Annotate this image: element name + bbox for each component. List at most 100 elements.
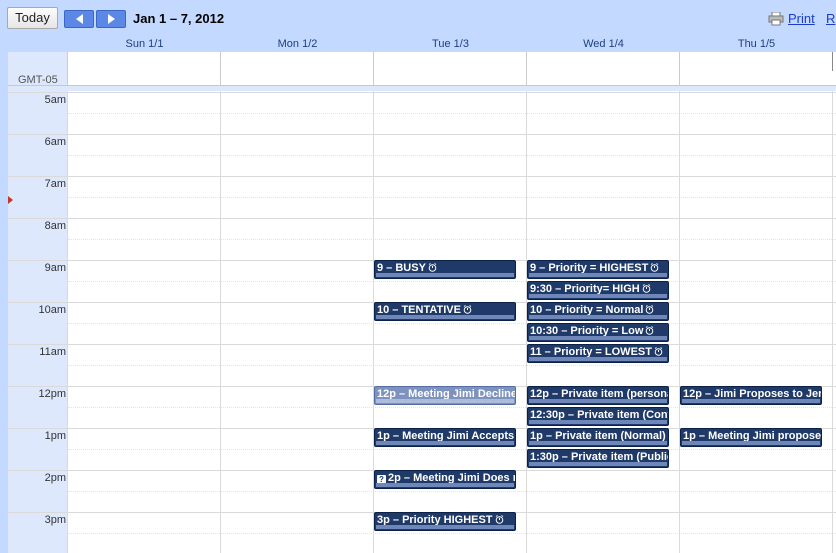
event-color-strip xyxy=(529,420,667,424)
reminder-icon xyxy=(646,326,654,335)
event-color-strip xyxy=(529,462,667,466)
hour-gridline xyxy=(8,344,836,345)
calendar-event[interactable]: 1p – Meeting Jimi Accepts (I xyxy=(374,428,516,447)
half-hour-gridline xyxy=(68,533,836,534)
reminder-icon xyxy=(642,284,651,293)
half-hour-gridline xyxy=(68,449,836,450)
calendar-event[interactable]: 9:30 – Priority= HIGH xyxy=(527,281,669,300)
event-color-strip xyxy=(376,399,514,403)
event-color-strip xyxy=(376,441,514,445)
previous-week-button[interactable] xyxy=(64,10,94,28)
next-week-button[interactable] xyxy=(96,10,126,28)
time-label: 5am xyxy=(44,94,66,106)
day-column-divider xyxy=(67,91,68,553)
all-day-divider xyxy=(526,52,527,85)
week-time-grid[interactable]: 5am 6am 7am 8am 9am 10am 11am 12pm 1pm 2pm 3pm 9 – … xyxy=(8,91,836,553)
half-hour-gridline xyxy=(68,239,836,240)
refresh-link[interactable]: R xyxy=(826,11,835,26)
time-label: 10am xyxy=(38,304,66,316)
current-time-marker xyxy=(8,196,13,204)
time-label: 1pm xyxy=(44,430,66,442)
chevron-right-icon xyxy=(108,14,115,24)
calendar-event[interactable]: 12p – Private item (persona xyxy=(527,386,669,405)
reminder-icon xyxy=(646,305,654,314)
calendar-event[interactable]: 10 – Priority = Normal xyxy=(527,302,669,321)
calendar-event[interactable]: 12p – Meeting Jimi Declines xyxy=(374,386,516,405)
chevron-left-icon xyxy=(76,14,83,24)
event-color-strip xyxy=(529,294,667,298)
print-link[interactable]: Print xyxy=(788,11,815,26)
time-label: 8am xyxy=(44,220,66,232)
half-hour-gridline xyxy=(68,113,836,114)
reminder-icon xyxy=(463,305,472,314)
calendar-event[interactable]: 10 – TENTATIVE xyxy=(374,302,516,321)
event-color-strip xyxy=(682,441,820,445)
event-color-strip xyxy=(529,441,667,445)
half-hour-gridline xyxy=(68,197,836,198)
calendar-event[interactable]: 1:30p – Private item (Public xyxy=(527,449,669,468)
day-header-mon[interactable]: Mon 1/2 xyxy=(221,37,374,52)
event-color-strip xyxy=(529,357,667,361)
calendar-event[interactable]: 9 – BUSY xyxy=(374,260,516,279)
calendar-event[interactable]: 12:30p – Private item (Conf xyxy=(527,407,669,426)
day-header-sun[interactable]: Sun 1/1 xyxy=(68,37,221,52)
event-color-strip xyxy=(376,525,514,529)
hour-gridline xyxy=(8,92,836,93)
event-color-strip xyxy=(529,399,667,403)
calendar-toolbar: Today Jan 1 – 7, 2012 Print R xyxy=(0,0,836,37)
half-hour-gridline xyxy=(68,323,836,324)
event-color-strip xyxy=(376,273,514,277)
day-header-thu[interactable]: Thu 1/5 xyxy=(680,37,833,52)
left-edge-strip xyxy=(0,37,8,553)
printer-icon[interactable] xyxy=(768,12,784,26)
calendar-event[interactable]: 12p – Jimi Proposes to Jerry xyxy=(680,386,822,405)
all-day-divider xyxy=(67,52,68,85)
time-label: 6am xyxy=(44,136,66,148)
day-header-row: Sun 1/1 Mon 1/2 Tue 1/3 Wed 1/4 Thu 1/5 xyxy=(8,37,836,52)
time-label: 11am xyxy=(39,346,66,358)
hour-gridline xyxy=(8,134,836,135)
reminder-icon xyxy=(428,263,437,272)
half-hour-gridline xyxy=(68,365,836,366)
half-hour-gridline xyxy=(68,281,836,282)
all-day-gutter: GMT-05 xyxy=(8,52,67,86)
all-day-row[interactable]: GMT-05 xyxy=(8,52,836,86)
event-color-strip xyxy=(682,399,820,403)
event-color-strip xyxy=(376,315,514,319)
calendar-event[interactable]: ? 2p – Meeting Jimi Does no xyxy=(374,470,516,489)
hour-gridline xyxy=(8,176,836,177)
calendar-event[interactable]: 3p – Priority HIGHEST xyxy=(374,512,516,531)
time-label: 2pm xyxy=(44,472,66,484)
event-color-strip xyxy=(529,336,667,340)
date-range-title: Jan 1 – 7, 2012 xyxy=(133,11,225,26)
hour-gridline xyxy=(8,218,836,219)
calendar-event[interactable]: 9 – Priority = HIGHEST xyxy=(527,260,669,279)
scrollbar-edge[interactable] xyxy=(832,52,836,71)
reminder-icon xyxy=(654,347,663,356)
half-hour-gridline xyxy=(68,491,836,492)
calendar-event[interactable]: 1p – Private item (Normal) xyxy=(527,428,669,447)
half-hour-gridline xyxy=(68,155,836,156)
day-column-divider xyxy=(526,91,527,553)
time-label: 12pm xyxy=(38,388,66,400)
reminder-icon xyxy=(668,431,669,440)
time-label: 7am xyxy=(44,178,66,190)
today-button[interactable]: Today xyxy=(7,7,58,29)
day-column-divider xyxy=(832,91,833,553)
calendar-event[interactable]: 1p – Meeting Jimi proposes t xyxy=(680,428,822,447)
reminder-icon xyxy=(650,263,659,272)
event-color-strip xyxy=(376,483,514,487)
time-label: 3pm xyxy=(44,514,66,526)
event-color-strip xyxy=(529,273,667,277)
calendar-event[interactable]: 11 – Priority = LOWEST xyxy=(527,344,669,363)
event-color-strip xyxy=(529,315,667,319)
all-day-divider xyxy=(373,52,374,85)
all-day-divider xyxy=(679,52,680,85)
day-column-divider xyxy=(679,91,680,553)
all-day-divider xyxy=(220,52,221,85)
day-header-wed[interactable]: Wed 1/4 xyxy=(527,37,680,52)
reminder-icon xyxy=(495,515,503,524)
day-header-tue[interactable]: Tue 1/3 xyxy=(374,37,527,52)
day-column-divider xyxy=(220,91,221,553)
calendar-event[interactable]: 10:30 – Priority = Low xyxy=(527,323,669,342)
